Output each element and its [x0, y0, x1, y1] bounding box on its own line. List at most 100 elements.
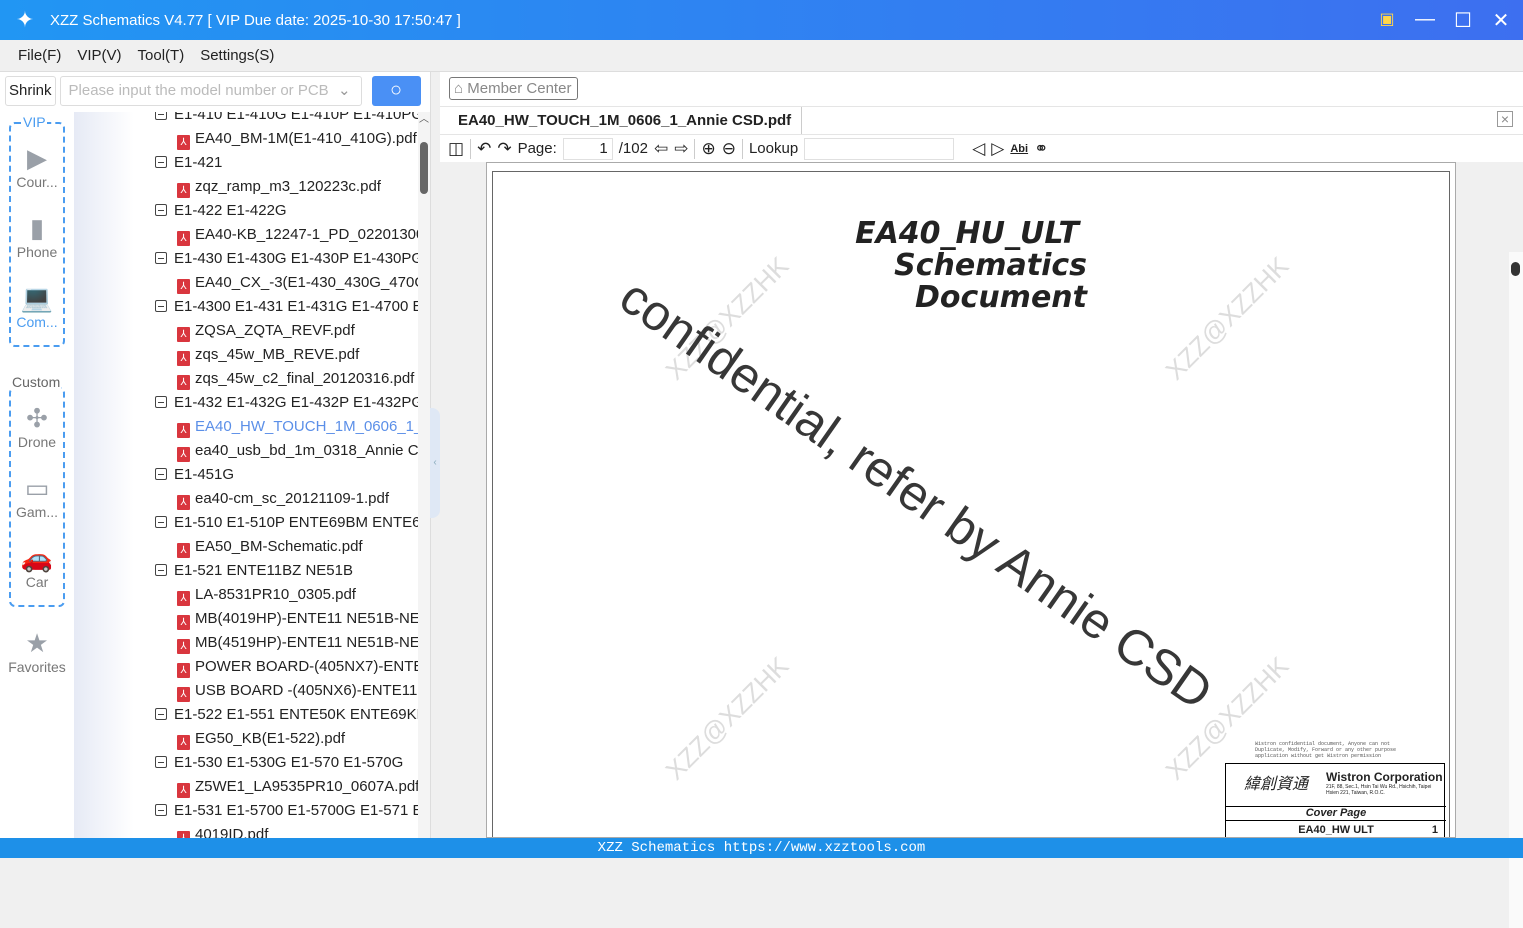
search-icon: ○ [389, 79, 403, 101]
menu-settings[interactable]: Settings(S) [200, 47, 274, 64]
sidebar-item-label: Com... [16, 314, 58, 330]
tree-file[interactable]: ⅄ EA40_HW_TOUCH_1M_0606_1_Annie CSD.pdf [177, 415, 418, 439]
tree-group[interactable]: E1-4300 E1-431 E1-431G E1-4700 E [155, 295, 418, 319]
viewer-scrollbar[interactable] [1509, 252, 1523, 928]
tree-group[interactable]: E1-510 E1-510P ENTE69BM ENTE6 [155, 511, 418, 535]
collapse-icon[interactable] [155, 468, 167, 480]
tree-group[interactable]: E1-410 E1-410G E1-410P E1-410PG [155, 112, 418, 127]
collapse-icon[interactable] [155, 708, 167, 720]
close-tab-icon[interactable]: × [1497, 111, 1513, 127]
two-page-icon[interactable]: ◫ [448, 139, 464, 159]
tree-file[interactable]: ⅄ EA50_BM-Schematic.pdf [177, 535, 418, 559]
collapse-icon[interactable] [155, 252, 167, 264]
member-center-button[interactable]: ⌂ Member Center [449, 77, 579, 100]
sidebar-item-computer[interactable]: 💻 Com... [0, 282, 74, 330]
collapse-icon[interactable] [155, 516, 167, 528]
tree-group[interactable]: E1-522 E1-551 ENTE50K ENTE69KB [155, 703, 418, 727]
tree-file[interactable]: ⅄ zqs_45w_c2_final_20120316.pdf [177, 367, 418, 391]
tree-group[interactable]: E1-430 E1-430G E1-430P E1-430PG [155, 247, 418, 271]
tree-file[interactable]: ⅄ zqz_ramp_m3_120223c.pdf [177, 175, 418, 199]
tree-file[interactable]: ⅄ USB BOARD -(405NX6)-ENTE11 [177, 679, 418, 703]
tree-group[interactable]: E1-531 E1-5700 E1-5700G E1-571 E [155, 799, 418, 823]
tree-group[interactable]: E1-521 ENTE11BZ NE51B [155, 559, 418, 583]
tree-item-label: zqz_ramp_m3_120223c.pdf [195, 178, 381, 195]
tree-group[interactable]: E1-421 [155, 151, 418, 175]
tree-group[interactable]: E1-530 E1-530G E1-570 E1-570G [155, 751, 418, 775]
phone-icon: ▮ [29, 213, 45, 243]
tree-file[interactable]: ⅄ ea40-cm_sc_20121109-1.pdf [177, 487, 418, 511]
find-next-icon[interactable]: ▷ [991, 139, 1004, 159]
collapse-icon[interactable] [155, 564, 167, 576]
tree-item-label: zqs_45w_MB_REVE.pdf [195, 346, 360, 363]
find-prev-icon[interactable]: ◁ [972, 139, 985, 159]
close-button[interactable]: ✕ [1489, 8, 1513, 33]
sidebar-item-favorites[interactable]: ★ Favorites [0, 627, 74, 675]
tree-file[interactable]: ⅄ ZQSA_ZQTA_REVF.pdf [177, 319, 418, 343]
pdf-icon: ⅄ [177, 375, 190, 390]
collapse-icon[interactable] [155, 804, 167, 816]
tree-file[interactable]: ⅄ EA40_BM-1M(E1-410_410G).pdf [177, 127, 418, 151]
search-input[interactable]: Please input the model number or PCB ⌄ [59, 76, 362, 106]
collapse-icon[interactable] [155, 396, 167, 408]
zoom-in-icon[interactable]: ⊕ [701, 139, 715, 159]
shrink-button[interactable]: Shrink [5, 76, 56, 106]
next-page-icon[interactable]: ⇨ [674, 139, 688, 159]
lookup-input[interactable] [804, 137, 955, 160]
prev-page-icon[interactable]: ⇦ [654, 139, 668, 159]
tree-file[interactable]: ⅄ MB(4019HP)-ENTE11 NE51B-NE [177, 607, 418, 631]
minimize-button[interactable]: — [1413, 8, 1437, 33]
collapse-icon[interactable] [155, 204, 167, 216]
tab-document[interactable]: EA40_HW_TOUCH_1M_0606_1_Annie CSD.pdf [448, 107, 803, 135]
document-viewer[interactable]: XZZ@XZZHK XZZ@XZZHK XZZ@XZZHK XZZ@XZZHK … [440, 162, 1523, 928]
page-input[interactable]: 1 [562, 137, 613, 160]
menu-vip[interactable]: VIP(V) [77, 47, 121, 64]
binoculars-icon[interactable]: ⚭ [1034, 139, 1048, 159]
collapse-icon[interactable] [155, 756, 167, 768]
company-name: Wistron Corporation [1326, 770, 1443, 784]
maximize-button[interactable]: ☐ [1451, 8, 1475, 33]
tree-scrollbar[interactable]: ︿ [418, 112, 430, 838]
home-icon: ⌂ [454, 80, 464, 97]
tree-file[interactable]: ⅄ ea40_usb_bd_1m_0318_Annie CSD [177, 439, 418, 463]
sidebar-item-courses[interactable]: ▶ Cour... [0, 142, 74, 190]
tree-group[interactable]: E1-432 E1-432G E1-432P E1-432PG [155, 391, 418, 415]
tree-file[interactable]: ⅄ zqs_45w_MB_REVE.pdf [177, 343, 418, 367]
divider [694, 138, 696, 159]
laptop-icon: 💻 [20, 283, 54, 313]
rotate-right-icon[interactable]: ↷ [497, 139, 511, 159]
tree-file[interactable]: ⅄ EA40_CX_-3(E1-430_430G_470G [177, 271, 418, 295]
rotate-left-icon[interactable]: ↶ [477, 139, 491, 159]
tree-item-label: EA40_HW_TOUCH_1M_0606_1_Annie CSD.pdf [195, 418, 418, 435]
tree-file[interactable]: ⅄ POWER BOARD-(405NX7)-ENTE [177, 655, 418, 679]
pdf-icon: ⅄ [177, 783, 190, 798]
pdf-icon: ⅄ [177, 591, 190, 606]
briefcase-icon[interactable]: ▣ [1375, 8, 1399, 33]
collapse-panel-handle[interactable]: ‹ [430, 408, 440, 518]
chevron-down-icon[interactable]: ⌄ [338, 77, 351, 105]
scroll-up-icon[interactable]: ︿ [419, 110, 429, 125]
sidebar-item-drone[interactable]: ✣ Drone [0, 402, 74, 450]
pdf-icon: ⅄ [177, 543, 190, 558]
match-case-icon[interactable]: Abi [1010, 143, 1028, 155]
zoom-out-icon[interactable]: ⊖ [722, 139, 736, 159]
menu-file[interactable]: File(F) [18, 47, 61, 64]
search-button[interactable]: ○ [371, 76, 421, 106]
rev-value: 1 [1431, 824, 1438, 836]
sidebar-item-phone[interactable]: ▮ Phone [0, 212, 74, 260]
tree-file[interactable]: ⅄ Z5WE1_LA9535PR10_0607A.pdf [177, 775, 418, 799]
tree-group[interactable]: E1-451G [155, 463, 418, 487]
tree-file[interactable]: ⅄ EA40-KB_12247-1_PD_02201300 [177, 223, 418, 247]
collapse-icon[interactable] [155, 156, 167, 168]
collapse-icon[interactable] [155, 300, 167, 312]
scrollbar-thumb[interactable] [420, 142, 428, 194]
sidebar-item-car[interactable]: 🚗 Car [0, 542, 74, 590]
tree-file[interactable]: ⅄ 4019ID.pdf [177, 823, 418, 838]
menu-tool[interactable]: Tool(T) [138, 47, 185, 64]
tree-file[interactable]: ⅄ MB(4519HP)-ENTE11 NE51B-NE [177, 631, 418, 655]
tree-file[interactable]: ⅄ LA-8531PR10_0305.pdf [177, 583, 418, 607]
tree-file[interactable]: ⅄ EG50_KB(E1-522).pdf [177, 727, 418, 751]
sidebar-item-games[interactable]: ▭ Gam... [0, 472, 74, 520]
scrollbar-thumb[interactable] [1511, 262, 1520, 276]
tree-group[interactable]: E1-422 E1-422G [155, 199, 418, 223]
collapse-icon[interactable] [155, 112, 167, 120]
